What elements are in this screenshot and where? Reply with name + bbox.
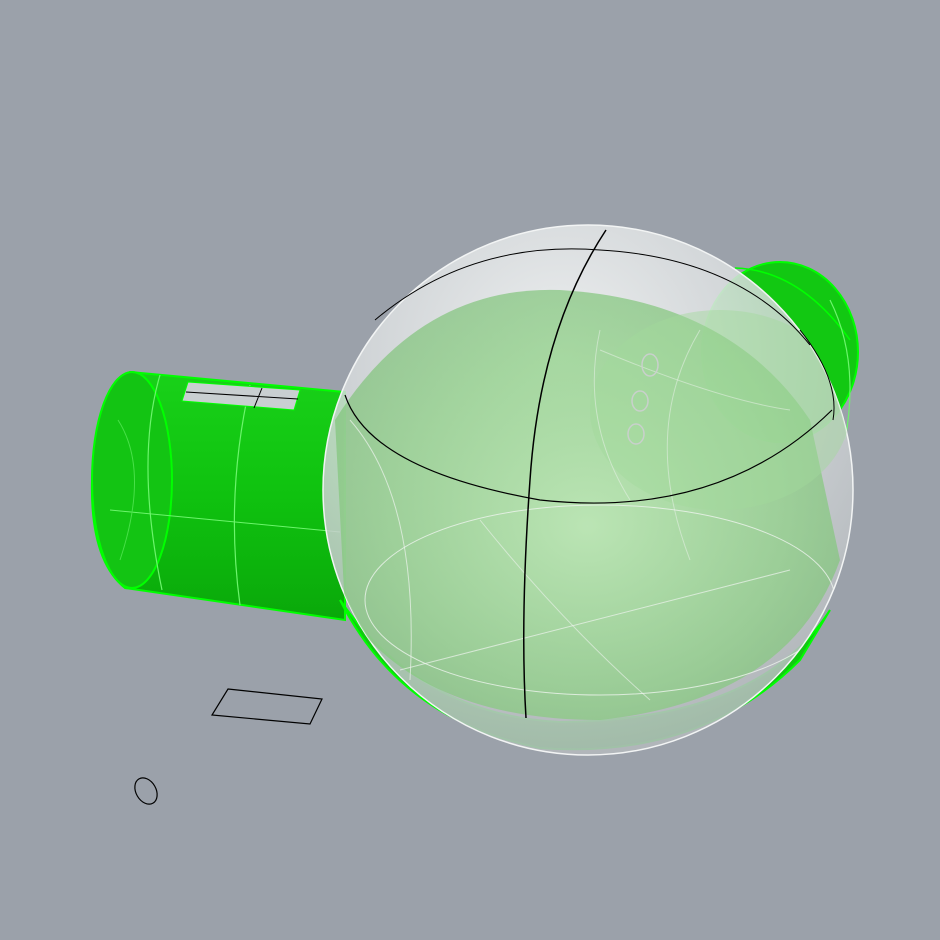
rectangle-curve[interactable] xyxy=(210,688,323,725)
main-sphere[interactable] xyxy=(322,224,854,756)
ellipse-curve[interactable] xyxy=(130,774,161,808)
scene-canvas[interactable] xyxy=(0,0,940,940)
cylinder[interactable] xyxy=(90,370,346,622)
3d-viewport[interactable] xyxy=(0,0,940,940)
